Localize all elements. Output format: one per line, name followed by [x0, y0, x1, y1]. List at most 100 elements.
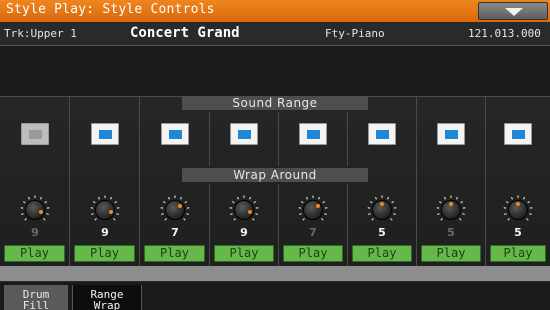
knob-tick — [252, 218, 255, 221]
knob-tick — [390, 218, 393, 221]
knob-tick — [161, 213, 164, 216]
track-selector[interactable]: Trk:Upper 1 — [4, 27, 77, 40]
knob-tick — [440, 218, 443, 221]
knob-body — [303, 200, 323, 220]
knob-tick — [94, 218, 97, 221]
knob-tick — [230, 213, 233, 216]
play-button[interactable]: Play — [4, 245, 65, 262]
knob-tick — [505, 200, 509, 204]
knob-tick — [113, 218, 116, 221]
knob-tick — [233, 218, 236, 221]
column-divider — [139, 96, 140, 266]
knob-tick — [459, 218, 462, 221]
knob-tick — [302, 218, 305, 221]
play-button[interactable]: Play — [421, 245, 481, 262]
knob-tick — [116, 213, 119, 216]
sound-range-toggle[interactable] — [161, 123, 189, 145]
wrap-around-knob[interactable] — [367, 195, 397, 225]
knob-tick — [248, 196, 252, 200]
column-divider — [209, 112, 210, 166]
knob-tick — [300, 200, 304, 204]
knob-tick — [253, 200, 257, 204]
knob-tick — [24, 218, 27, 221]
wrap-around-value: 5 — [378, 226, 386, 239]
wrap-around-knob[interactable] — [160, 195, 190, 225]
wrap-around-knob[interactable] — [20, 195, 50, 225]
knob-tick — [97, 196, 101, 200]
tab-range-wrap[interactable]: Range Wrap — [72, 285, 142, 310]
program-number: 121.013.000 — [468, 27, 541, 40]
knob-tick — [527, 200, 531, 204]
play-button[interactable]: Play — [214, 245, 274, 262]
page-menu-button[interactable] — [478, 2, 548, 20]
knob-tick — [183, 218, 186, 221]
knob-tick — [386, 196, 390, 200]
play-button[interactable]: Play — [490, 245, 546, 262]
knob-position-dot — [38, 209, 43, 214]
knob-tick — [321, 218, 324, 221]
knob-tick — [231, 200, 235, 204]
tab-drum-fill[interactable]: Drum Fill — [4, 285, 68, 310]
wrap-around-value: 7 — [171, 226, 179, 239]
column-divider — [209, 184, 210, 266]
knob-tick — [460, 200, 464, 204]
title-bar: Style Play: Style Controls — [0, 0, 550, 22]
wrap-around-knob[interactable] — [298, 195, 328, 225]
wrap-around-knob[interactable] — [229, 195, 259, 225]
knob-tick — [369, 200, 373, 204]
column-divider — [347, 112, 348, 166]
play-button[interactable]: Play — [352, 245, 412, 262]
knob-tick — [109, 196, 113, 200]
knob-tick — [391, 200, 395, 204]
play-button[interactable]: Play — [283, 245, 343, 262]
knob-tick — [305, 196, 309, 200]
knob-tick — [443, 196, 447, 200]
knob-tick — [91, 213, 94, 216]
knob-position-dot — [380, 202, 384, 206]
knob-tick — [371, 218, 374, 221]
knob-tick — [299, 213, 302, 216]
knob-tick — [164, 218, 167, 221]
knob-tick — [92, 200, 96, 204]
sound-range-toggle[interactable] — [91, 123, 119, 145]
wrap-around-knob[interactable] — [436, 195, 466, 225]
wrap-around-value: 9 — [101, 226, 109, 239]
column-divider — [347, 184, 348, 266]
empty-area — [0, 46, 550, 96]
knob-tick — [455, 196, 459, 200]
column-divider — [278, 184, 279, 266]
sound-range-toggle[interactable] — [21, 123, 49, 145]
knob-tick — [324, 213, 327, 216]
sound-range-toggle[interactable] — [437, 123, 465, 145]
led-indicator — [376, 130, 389, 139]
column-divider — [485, 96, 486, 266]
led-indicator — [238, 130, 251, 139]
sound-range-toggle[interactable] — [299, 123, 327, 145]
knob-tick — [438, 200, 442, 204]
knob-position-dot — [247, 209, 252, 214]
wrap-around-knob[interactable] — [503, 195, 533, 225]
section-label-wrap-around: Wrap Around — [182, 168, 368, 182]
knob-tick — [255, 213, 258, 216]
led-indicator — [169, 130, 182, 139]
led-indicator — [99, 130, 112, 139]
chevron-down-icon — [505, 8, 523, 16]
knob-tick — [46, 213, 49, 216]
play-button[interactable]: Play — [74, 245, 135, 262]
knob-tick — [322, 200, 326, 204]
sound-range-toggle[interactable] — [230, 123, 258, 145]
sound-range-toggle[interactable] — [368, 123, 396, 145]
play-button[interactable]: Play — [144, 245, 205, 262]
knob-tick — [162, 200, 166, 204]
knob-tick — [179, 196, 183, 200]
wrap-around-value: 5 — [447, 226, 455, 239]
knob-tick — [22, 200, 26, 204]
knob-tick — [522, 196, 526, 200]
wrap-around-knob[interactable] — [90, 195, 120, 225]
page-title: Style Play: Style Controls — [6, 2, 215, 17]
track-labels-row — [0, 266, 550, 281]
knob-tick — [317, 196, 321, 200]
knob-tick — [374, 196, 378, 200]
sound-name[interactable]: Concert Grand — [130, 25, 240, 41]
sound-range-toggle[interactable] — [504, 123, 532, 145]
